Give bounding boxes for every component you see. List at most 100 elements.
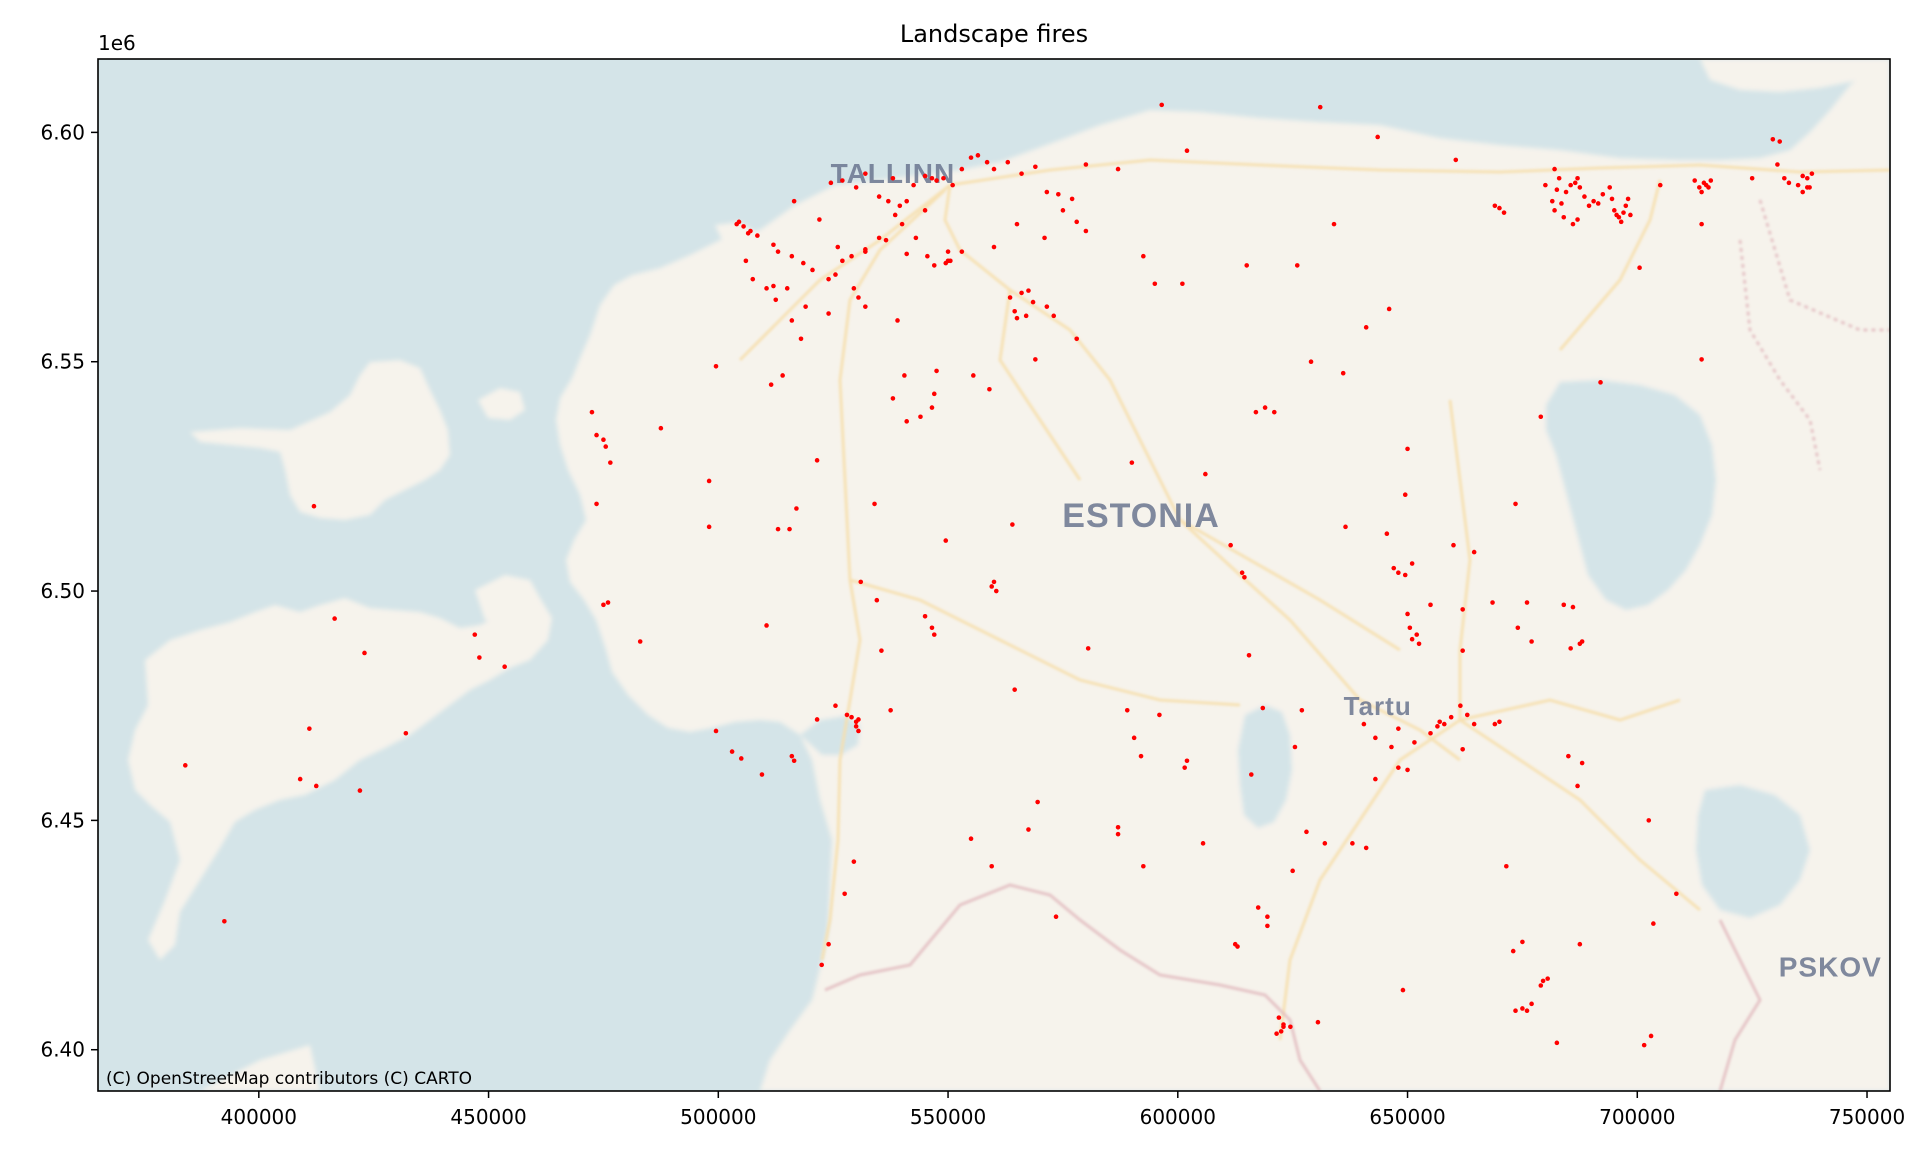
- fire-point: [743, 258, 749, 264]
- fire-point: [1414, 632, 1420, 637]
- fire-point: [1451, 542, 1456, 548]
- fire-point: [844, 712, 850, 718]
- fire-point: [904, 251, 909, 257]
- fire-point: [1030, 299, 1036, 305]
- fire-point: [1014, 221, 1020, 227]
- fire-point: [1044, 304, 1050, 309]
- fire-point: [1026, 827, 1031, 832]
- fire-point: [817, 217, 822, 222]
- fire-point: [1598, 380, 1603, 385]
- fire-point: [1373, 735, 1378, 741]
- y-tick-label: 6.45: [40, 808, 85, 832]
- fire-point: [1749, 175, 1755, 181]
- place-label-pskov: PSKOV: [1779, 951, 1882, 982]
- fire-point: [911, 182, 916, 188]
- fire-point: [1577, 941, 1583, 947]
- fire-point: [1621, 210, 1626, 215]
- fire-point: [605, 600, 611, 605]
- fire-point: [1628, 212, 1633, 218]
- fire-point: [853, 185, 859, 190]
- fire-point: [814, 458, 820, 463]
- fire-point: [311, 503, 317, 509]
- fire-point: [1708, 178, 1714, 183]
- fire-point: [987, 386, 992, 392]
- fire-point: [1083, 228, 1089, 234]
- attribution-text: (C) OpenStreetMap contributors (C) CARTO: [106, 1069, 472, 1089]
- fire-point: [1405, 446, 1410, 452]
- fire-point: [1235, 944, 1240, 949]
- fire-point: [789, 753, 795, 759]
- fire-point: [1616, 214, 1622, 220]
- fire-point: [1141, 863, 1146, 869]
- fire-point: [1612, 208, 1617, 213]
- fire-point: [729, 749, 735, 754]
- x-tick-label: 550000: [910, 1105, 986, 1129]
- fire-point: [1435, 724, 1440, 729]
- fire-point: [959, 166, 965, 172]
- fire-point: [1471, 721, 1477, 727]
- fire-point: [1265, 914, 1270, 920]
- fire-point: [1023, 313, 1029, 319]
- fire-point: [1402, 572, 1408, 578]
- fire-point: [1129, 460, 1135, 465]
- fire-point: [787, 526, 792, 532]
- fire-point: [736, 219, 742, 225]
- fire-point: [1775, 162, 1780, 167]
- fire-point: [1409, 561, 1415, 566]
- fire-point: [835, 244, 841, 250]
- fire-point: [1249, 772, 1254, 777]
- fire-point: [1322, 841, 1328, 846]
- fire-point: [1591, 198, 1596, 204]
- fire-point: [1497, 205, 1502, 211]
- x-tick-label: 400000: [221, 1105, 297, 1129]
- fire-point: [1343, 524, 1348, 530]
- fire-point: [1407, 625, 1413, 631]
- fire-point: [971, 373, 976, 378]
- fire-point: [1014, 315, 1020, 321]
- fire-point: [950, 182, 955, 188]
- fire-point: [890, 175, 896, 181]
- fire-point: [601, 437, 606, 442]
- fire-point: [1180, 281, 1185, 287]
- fire-point: [1083, 162, 1089, 167]
- fire-point: [1131, 735, 1137, 741]
- fire-point: [713, 728, 719, 734]
- fire-point: [798, 336, 804, 342]
- fire-point: [1524, 600, 1530, 605]
- fire-point: [1242, 574, 1247, 580]
- fire-point: [968, 836, 974, 842]
- fire-point: [922, 173, 928, 179]
- fire-point: [1244, 263, 1250, 268]
- y-offset-label: 1e6: [98, 31, 136, 55]
- fire-point: [1159, 102, 1165, 108]
- fire-point: [902, 373, 907, 378]
- fire-point: [904, 198, 909, 204]
- fire-point: [1060, 208, 1066, 213]
- fire-point: [1545, 976, 1550, 981]
- fire-point: [819, 962, 824, 968]
- fire-point: [789, 318, 795, 323]
- fire-point: [1637, 265, 1642, 270]
- fire-point: [1363, 845, 1369, 851]
- fire-point: [929, 405, 935, 410]
- fire-point: [1253, 409, 1259, 415]
- fire-point: [1648, 1033, 1654, 1039]
- fire-point: [1033, 164, 1038, 170]
- fire-point: [863, 304, 868, 309]
- fire-point: [1396, 726, 1401, 731]
- fire-point: [1044, 189, 1050, 195]
- fire-point: [1340, 370, 1346, 376]
- fire-point: [840, 258, 845, 264]
- fire-point: [856, 295, 861, 300]
- fire-point: [1568, 646, 1573, 651]
- fire-point: [1563, 189, 1569, 195]
- fire-point: [1520, 1006, 1525, 1011]
- fire-point: [1271, 409, 1277, 415]
- fire-point: [472, 632, 478, 637]
- fire-point: [918, 414, 923, 420]
- fire-point: [1586, 203, 1592, 209]
- fire-point: [863, 171, 868, 176]
- x-tick-label: 650000: [1369, 1105, 1445, 1129]
- fire-point: [1706, 185, 1711, 190]
- fire-point: [1575, 783, 1580, 789]
